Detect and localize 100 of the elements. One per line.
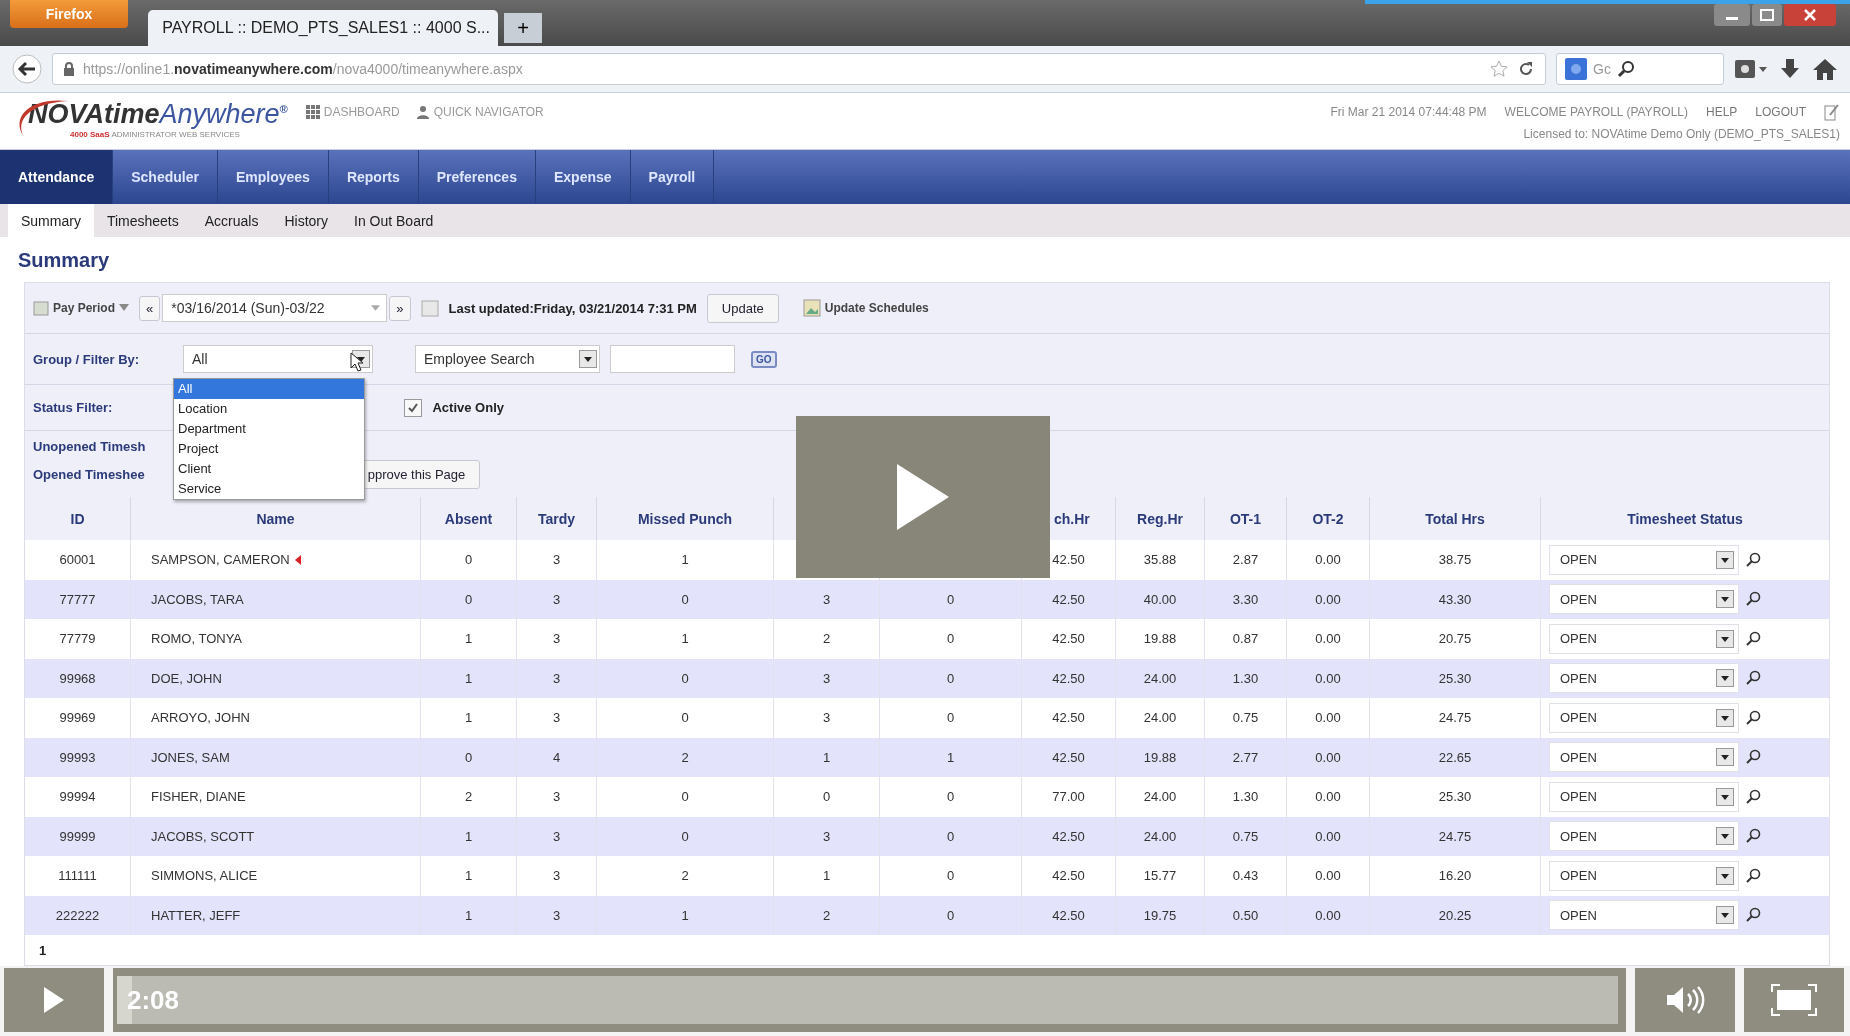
help-link[interactable]: HELP — [1705, 105, 1738, 119]
table-cell: 0 — [597, 698, 774, 738]
approve-page-button[interactable]: pprove this Page — [362, 460, 481, 489]
column-header[interactable]: Timesheet Status — [1627, 510, 1743, 527]
table-cell: 3 — [517, 619, 597, 659]
column-header[interactable]: OT-2 — [1312, 510, 1344, 527]
status-select[interactable]: OPEN — [1549, 742, 1739, 773]
go-button[interactable]: GO — [751, 350, 777, 368]
table-cell: JACOBS, SCOTT — [151, 828, 255, 844]
table-cell: 99994 — [25, 777, 131, 817]
table-cell: HATTER, JEFF — [151, 907, 241, 923]
tab-title: PAYROLL :: DEMO_PTS_SALES1 :: 4000 S... — [162, 19, 490, 37]
table-cell: 0.00 — [1287, 777, 1370, 817]
update-schedules-link[interactable]: Update Schedules — [802, 299, 929, 317]
status-select[interactable]: OPEN — [1549, 544, 1739, 575]
subnav-tab[interactable]: Timesheets — [93, 204, 192, 237]
group-filter-select[interactable]: All — [183, 345, 373, 373]
table-cell: 2.87 — [1205, 540, 1287, 580]
table-cell: 1 — [421, 619, 517, 659]
table-cell: 0.75 — [1205, 698, 1287, 738]
table-cell: FISHER, DIANE — [151, 789, 246, 805]
table-cell: 0 — [597, 777, 774, 817]
table-cell: 1 — [597, 540, 774, 580]
table-cell: 0.00 — [1287, 856, 1370, 896]
nav-tab[interactable]: Attendance — [0, 150, 114, 204]
column-header[interactable]: Tardy — [537, 510, 576, 527]
table-cell: JONES, SAM — [151, 749, 230, 765]
update-button[interactable]: Update — [706, 293, 779, 323]
dropdown-option[interactable]: Client — [174, 459, 364, 479]
pay-period-menu[interactable]: Pay Period — [33, 300, 130, 316]
table-cell: 24.00 — [1116, 698, 1205, 738]
status-filter-label: Status Filter: — [33, 400, 113, 415]
status-select[interactable]: OPEN — [1549, 623, 1739, 654]
subnav-tab[interactable]: Summary — [8, 204, 94, 237]
previous-button[interactable]: « — [139, 295, 161, 321]
table-cell: 99969 — [25, 698, 131, 738]
column-header[interactable]: Absent — [444, 510, 493, 527]
table-cell: 20.75 — [1370, 619, 1541, 659]
status-select[interactable]: OPEN — [1549, 702, 1739, 733]
status-select[interactable]: OPEN — [1549, 584, 1739, 615]
column-header[interactable]: ch.Hr — [1054, 510, 1090, 527]
status-select[interactable]: OPEN — [1549, 860, 1739, 891]
dropdown-option[interactable]: Location — [174, 399, 364, 419]
new-tab-button[interactable]: + — [504, 13, 542, 43]
browser-tab[interactable]: PAYROLL :: DEMO_PTS_SALES1 :: 4000 S... — [148, 10, 498, 46]
pay-period-field[interactable]: *03/16/2014 (Sun)-03/22 — [162, 294, 388, 322]
dropdown-option[interactable]: Service — [174, 479, 364, 499]
table-cell: 0 — [421, 540, 517, 580]
subnav-tab[interactable]: In Out Board — [341, 204, 447, 237]
status-select[interactable]: OPEN — [1549, 781, 1739, 812]
table-cell: 0.43 — [1205, 856, 1287, 896]
table-cell: 111111 — [25, 856, 131, 896]
dropdown-option[interactable]: Department — [174, 419, 364, 439]
column-header[interactable]: Total Hrs — [1425, 510, 1485, 527]
table-cell: 25.30 — [1370, 777, 1541, 817]
table-cell: 2 — [774, 619, 880, 659]
table-cell: 3 — [774, 698, 880, 738]
search-type-select[interactable]: Employee Search — [415, 345, 600, 373]
table-cell: ARROYO, JOHN — [151, 710, 250, 726]
dropdown-option[interactable]: All — [174, 379, 364, 399]
table-cell: SIMMONS, ALICE — [151, 868, 258, 884]
table-cell: 3 — [517, 777, 597, 817]
table-cell: 38.75 — [1370, 540, 1541, 580]
table-cell: 16.20 — [1370, 856, 1541, 896]
table-cell: 0.00 — [1287, 540, 1370, 580]
column-header[interactable]: OT-1 — [1229, 510, 1262, 527]
table-cell: 0.00 — [1287, 698, 1370, 738]
column-header[interactable]: Name — [256, 510, 295, 527]
logout-link[interactable]: LOGOUT — [1755, 105, 1806, 119]
table-cell: 1 — [421, 698, 517, 738]
table-cell: 77779 — [25, 619, 131, 659]
table-cell: 1 — [597, 619, 774, 659]
status-select[interactable]: OPEN — [1549, 900, 1739, 931]
status-select[interactable]: OPEN — [1549, 663, 1739, 694]
table-cell: DOE, JOHN — [151, 670, 222, 686]
subnav-tab[interactable]: History — [271, 204, 341, 237]
app-logo: NOVAtimeAnywhere$^{®}$ 4000 SaaS ADMINISTRATOR WEB SERVICES — [10, 93, 288, 149]
opened-timesheets-label: Opened Timeshee — [33, 467, 145, 482]
address-field[interactable]: https://online1.novatimeanywhere.com/nova4000/timeanywhere.aspx — [52, 53, 1546, 85]
welcome-text: WELCOME PAYROLL (PAYROLL) — [1504, 105, 1688, 119]
column-header[interactable]: ID — [70, 510, 85, 527]
status-select[interactable]: OPEN — [1549, 821, 1739, 852]
table-cell: 24.75 — [1370, 698, 1541, 738]
subnav-tab[interactable]: Accruals — [191, 204, 272, 237]
next-button[interactable]: » — [389, 295, 411, 321]
table-cell: 0 — [880, 698, 1022, 738]
column-header[interactable]: Reg.Hr — [1137, 510, 1183, 527]
table-cell: 60001 — [25, 540, 131, 580]
table-cell: 19.88 — [1116, 619, 1205, 659]
table-cell: JACOBS, TARA — [151, 591, 244, 607]
dropdown-option[interactable]: Project — [174, 439, 364, 459]
table-cell: 0.00 — [1287, 619, 1370, 659]
table-cell: 77.00 — [1022, 777, 1116, 817]
table-cell: 0 — [880, 619, 1022, 659]
page-number[interactable]: 1 — [39, 942, 47, 958]
elapsed-time: 2:08 — [127, 983, 180, 1017]
table-cell: 0.87 — [1205, 619, 1287, 659]
date-time: Fri Mar 21 2014 07:44:48 PM — [1330, 105, 1487, 119]
column-header[interactable]: Missed Punch — [637, 510, 733, 527]
page-title: Summary — [17, 248, 111, 273]
